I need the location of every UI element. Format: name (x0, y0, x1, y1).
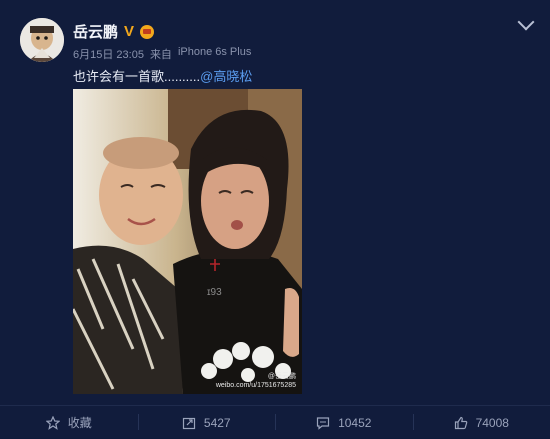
comment-icon (316, 416, 330, 430)
post-text: 也许会有一首歌..........@高晓松 (73, 66, 252, 85)
verified-v-icon: V (124, 23, 134, 40)
repost-count: 5427 (204, 416, 231, 430)
comment-count: 10452 (338, 416, 371, 430)
chevron-down-icon[interactable] (518, 14, 535, 31)
mention-link[interactable]: @高晓松 (200, 69, 252, 84)
action-bar: 收藏 5427 10452 74008 (0, 405, 550, 439)
post-date[interactable]: 6月15日 23:05 (73, 46, 144, 62)
device-name: iPhone 6s Plus (178, 46, 251, 62)
favorite-label: 收藏 (68, 414, 92, 431)
thumbs-up-icon (454, 416, 468, 430)
post-meta: 6月15日 23:05 来自 iPhone 6s Plus (73, 46, 251, 62)
photo-watermark: @岳云鹏 weibo.com/u/1751675285 (216, 372, 296, 390)
member-badge-icon (140, 25, 154, 39)
star-icon (46, 416, 60, 430)
avatar[interactable] (20, 18, 64, 62)
repost-button[interactable]: 5427 (138, 406, 276, 439)
svg-text:ɪ93: ɪ93 (207, 287, 222, 298)
post-photo[interactable]: ɪ93 @岳云鹏 weibo.com/u/1751675285 (73, 89, 302, 394)
watermark-url: weibo.com/u/1751675285 (216, 381, 296, 390)
watermark-handle: @岳云鹏 (216, 372, 296, 381)
repost-icon (182, 416, 196, 430)
user-name-row: 岳云鹏 V (73, 21, 154, 42)
weibo-post-card: 岳云鹏 V 6月15日 23:05 来自 iPhone 6s Plus 也许会有… (0, 0, 550, 438)
like-count: 74008 (476, 416, 509, 430)
like-button[interactable]: 74008 (413, 406, 550, 439)
via-label: 来自 (150, 46, 172, 62)
post-body: 也许会有一首歌.......... (73, 69, 200, 84)
username[interactable]: 岳云鹏 (73, 21, 118, 42)
comment-button[interactable]: 10452 (275, 406, 413, 439)
favorite-button[interactable]: 收藏 (0, 406, 138, 439)
